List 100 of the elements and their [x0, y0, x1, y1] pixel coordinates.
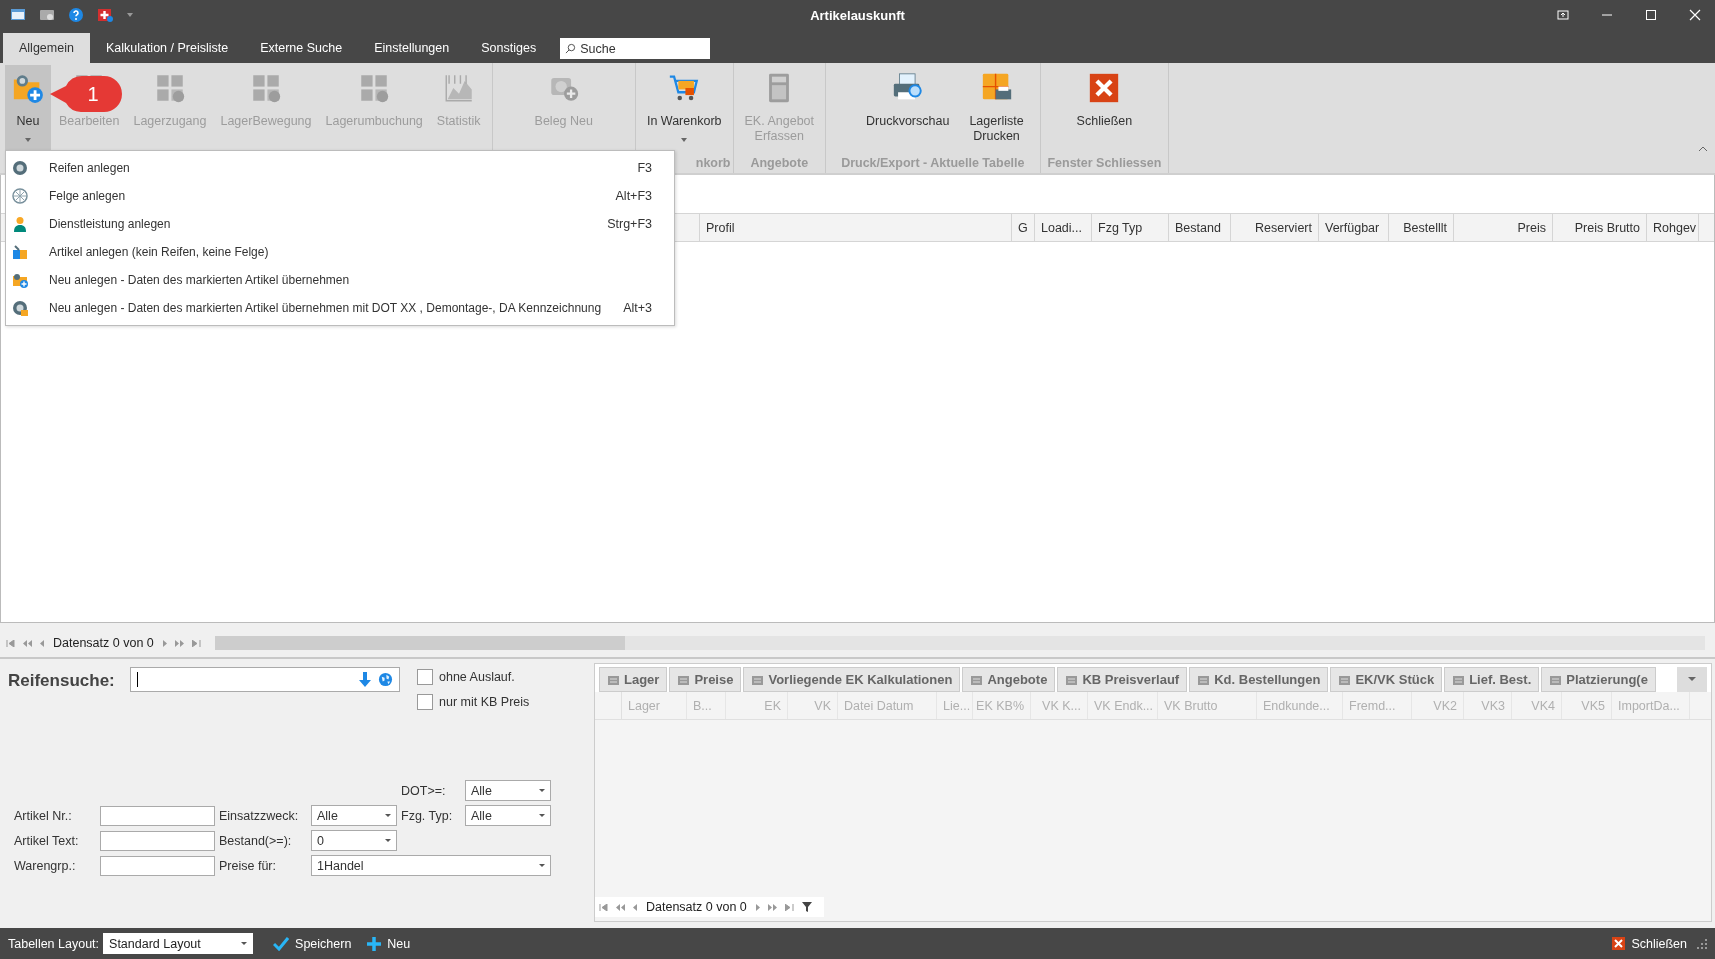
detail-tab[interactable]: EK/VK Stück: [1330, 667, 1443, 692]
document-icon: [1338, 673, 1352, 686]
document-icon: [751, 673, 765, 686]
nav-next-page-icon[interactable]: [767, 903, 777, 911]
ribbon-tab[interactable]: Sonstiges: [465, 33, 553, 63]
ribbon-button[interactable]: Neu: [5, 65, 51, 153]
search-field[interactable]: Suche: [560, 38, 711, 59]
checkbox[interactable]: [417, 669, 433, 685]
field-label: Einsatzzweck:: [219, 808, 300, 823]
ribbon-tab[interactable]: Externe Suche: [244, 33, 359, 63]
detail-tab[interactable]: Lief. Best.: [1444, 667, 1540, 692]
nav-prev-icon[interactable]: [40, 639, 45, 647]
dropdown[interactable]: Alle: [465, 780, 551, 801]
column-header[interactable]: Reserviert: [1255, 220, 1312, 235]
field-label: Preise für:: [219, 858, 277, 873]
nav-prev-icon[interactable]: [633, 903, 638, 911]
window-icon[interactable]: [10, 7, 26, 23]
tab-list-button[interactable]: [1677, 667, 1707, 692]
menu-item[interactable]: Dienstleistung anlegen Strg+F3: [6, 210, 674, 238]
ribbon-button[interactable]: In Warenkorb: [640, 65, 728, 153]
help-icon[interactable]: [68, 7, 84, 23]
menu-item[interactable]: Neu anlegen - Daten des markierten Artikel übernehmen: [6, 266, 674, 294]
checkbox[interactable]: [417, 694, 433, 710]
detail-tab[interactable]: Angebote: [962, 667, 1056, 692]
detail-tab[interactable]: Vorliegende EK Kalkulationen: [743, 667, 961, 692]
column-header[interactable]: Fzg Typ: [1098, 220, 1143, 235]
nav-prev-page-icon[interactable]: [616, 903, 625, 911]
caret-icon: [680, 138, 689, 143]
detail-tab[interactable]: Platzierung(e: [1541, 667, 1656, 692]
search-field[interactable]: [130, 667, 400, 692]
column-header[interactable]: Rohgev: [1653, 220, 1697, 235]
close-button[interactable]: Schließen: [1606, 936, 1693, 951]
ribbon-tab[interactable]: Allgemein: [3, 33, 90, 63]
save-button[interactable]: Speichern: [267, 936, 358, 951]
ribbon-button[interactable]: Lagerliste Drucken: [963, 65, 1030, 153]
column-header[interactable]: G: [1018, 220, 1028, 235]
menu-item[interactable]: Neu anlegen - Daten des markierten Artikel übernehmen mit DOT XX , Demontage-, DA Kennzeichnung Alt+3: [6, 294, 674, 322]
close-icon[interactable]: [1689, 9, 1701, 21]
ribbon-tab[interactable]: Kalkulation / Preisliste: [89, 33, 245, 63]
column-header[interactable]: Preis: [1517, 220, 1546, 235]
dropdown[interactable]: 0: [311, 830, 397, 851]
resize-grip-icon[interactable]: [1697, 938, 1707, 949]
nav-next-page-icon[interactable]: [174, 639, 184, 647]
scrollbar[interactable]: [214, 636, 1705, 650]
document-icon: [677, 673, 691, 686]
detail-tab[interactable]: Lager: [599, 667, 668, 692]
group-label: nkorb: [695, 156, 731, 170]
nav-prev-page-icon[interactable]: [23, 639, 32, 647]
input-field[interactable]: [100, 855, 215, 876]
detail-tab[interactable]: KB Preisverlauf: [1057, 667, 1188, 692]
column-header[interactable]: Bestand: [1175, 220, 1221, 235]
field-label: Fzg. Typ:: [401, 808, 454, 823]
column-header[interactable]: Bestelllt: [1403, 220, 1447, 235]
shortcut: Alt+3: [623, 301, 652, 315]
wheel-icon: [12, 160, 28, 176]
column-header[interactable]: Verfügbar: [1325, 220, 1380, 235]
ribbon-button[interactable]: Schließen: [1070, 65, 1139, 153]
detail-tab[interactable]: Preise: [669, 667, 742, 692]
search-icon: [565, 43, 577, 54]
column-header[interactable]: Profil: [706, 220, 735, 235]
globe-icon[interactable]: [378, 672, 393, 687]
caret-icon[interactable]: [126, 12, 134, 18]
medical-icon[interactable]: [97, 7, 113, 23]
nav-last-icon[interactable]: [191, 639, 201, 647]
dropdown[interactable]: 1Handel: [311, 855, 551, 876]
group-label: Angebote: [750, 156, 809, 170]
nav-next-icon[interactable]: [161, 639, 167, 647]
maximize-icon[interactable]: [1645, 9, 1657, 21]
menu-item[interactable]: Felge anlegen Alt+F3: [6, 182, 674, 210]
window-title: Artikelauskunft: [810, 7, 905, 23]
ribbon-tab[interactable]: Einstellungen: [358, 33, 466, 63]
down-arrow-icon[interactable]: [358, 671, 372, 688]
document-icon: [1197, 673, 1211, 686]
nav-first-icon[interactable]: [599, 903, 608, 911]
card-icon[interactable]: [39, 7, 55, 23]
new-button[interactable]: Neu: [361, 936, 417, 951]
field-label: Warengrp.:: [14, 858, 77, 873]
input-field[interactable]: [100, 830, 215, 851]
column-header[interactable]: Loadi...: [1041, 220, 1082, 235]
input-field[interactable]: [100, 805, 215, 826]
checkbox-label: nur mit KB Preis: [439, 695, 530, 709]
menu-item[interactable]: Artikel anlegen (kein Reifen, keine Felge): [6, 238, 674, 266]
document-icon: [607, 673, 620, 686]
filter-icon[interactable]: [801, 902, 812, 912]
ribbon-button[interactable]: Druckvorschau: [860, 65, 956, 153]
detail-tab[interactable]: Kd. Bestellungen: [1189, 667, 1329, 692]
nav-next-icon[interactable]: [754, 903, 760, 911]
restore-icon[interactable]: [1557, 9, 1569, 21]
column-header[interactable]: Preis Brutto: [1574, 220, 1640, 235]
field-label: Artikel Text:: [14, 833, 80, 848]
menu-item[interactable]: Reifen anlegen F3: [6, 154, 674, 182]
nav-last-icon[interactable]: [784, 903, 794, 911]
dropdown[interactable]: Alle: [465, 805, 551, 826]
caret-icon: [1688, 677, 1696, 682]
field-label: Artikel Nr.:: [14, 808, 73, 823]
collapse-icon[interactable]: [1699, 146, 1707, 151]
dropdown[interactable]: Alle: [311, 805, 397, 826]
nav-first-icon[interactable]: [6, 639, 15, 647]
layout-dropdown[interactable]: Standard Layout: [103, 933, 254, 954]
caret-icon: [24, 138, 32, 143]
